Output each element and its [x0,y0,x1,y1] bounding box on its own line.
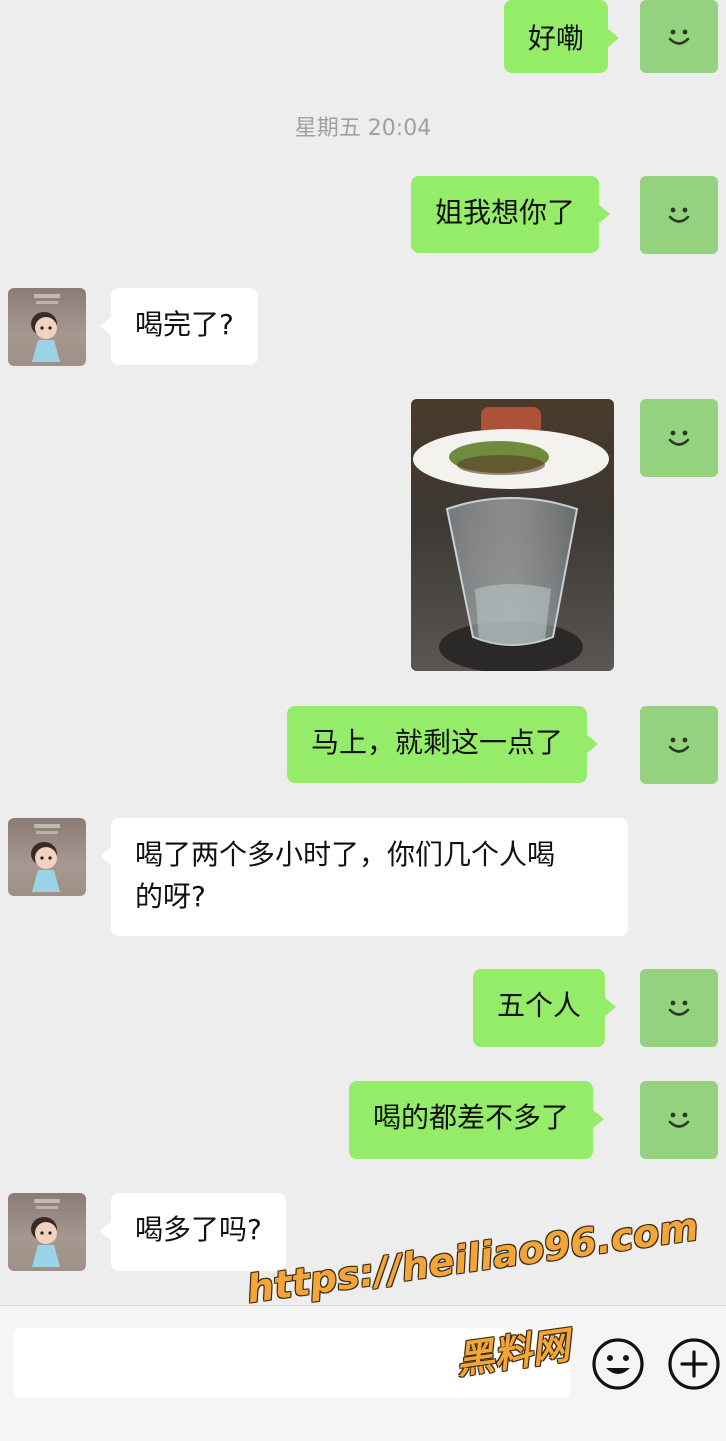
smiley-avatar-icon [668,430,690,446]
smiley-avatar-icon [668,29,690,45]
message-bubble-outgoing[interactable]: 姐我想你了 [411,176,611,253]
avatar-self[interactable] [640,1081,718,1159]
message-bubble-outgoing[interactable]: 喝的都差不多了 [349,1081,605,1159]
smiley-avatar-icon [668,1000,690,1016]
input-toolbar [0,1305,726,1441]
message-bubble-incoming[interactable]: 喝完了? [100,288,258,365]
message-bubble-incoming[interactable]: 喝多了吗? [100,1193,286,1271]
avatar-contact[interactable] [8,288,86,366]
smiley-avatar-icon [668,207,690,223]
chat-image-photo[interactable] [411,399,614,671]
avatar-self[interactable] [640,176,718,254]
message-bubble-incoming[interactable]: 喝了两个多小时了，你们几个人喝 的呀? [100,818,628,936]
watermark-url: https://heiliao96.com [244,1204,702,1312]
avatar-self[interactable] [640,706,718,784]
add-button[interactable] [666,1336,722,1392]
cartoon-girl-avatar-icon [31,824,60,892]
smiley-avatar-icon [668,737,690,753]
avatar-self[interactable] [640,399,718,477]
emoji-icon [592,1338,644,1390]
glass-of-liquor-photo [411,399,614,671]
avatar-contact[interactable] [8,818,86,896]
message-bubble-outgoing[interactable]: 马上，就剩这一点了 [287,706,599,783]
cartoon-girl-avatar-icon [31,1199,60,1267]
message-bubble-outgoing[interactable]: 五个人 [473,969,617,1047]
avatar-self[interactable] [640,0,718,73]
cartoon-girl-avatar-icon [31,294,60,362]
emoji-button[interactable] [590,1336,646,1392]
smiley-avatar-icon [668,1112,690,1128]
timestamp: 星期五 20:04 [294,116,432,141]
avatar-contact[interactable] [8,1193,86,1271]
plus-circle-icon [668,1338,720,1390]
avatar-self[interactable] [640,969,718,1047]
message-bubble-outgoing[interactable]: 好嘞 [504,0,620,73]
